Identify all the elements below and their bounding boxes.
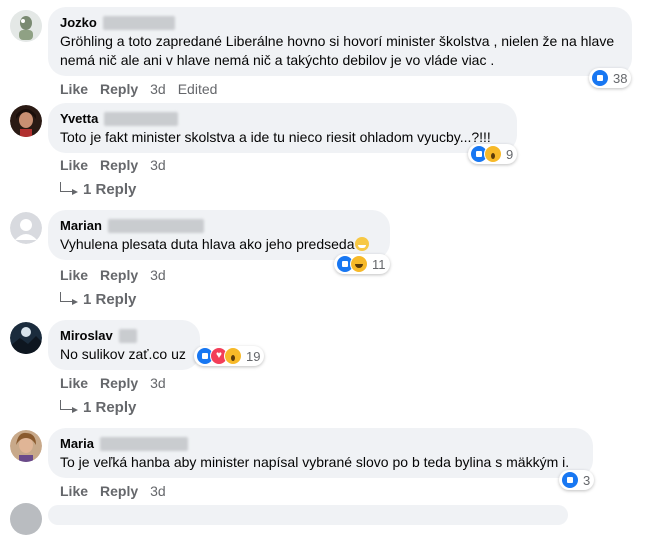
avatar-image [10,10,42,42]
comment-actions: Like Reply 3d Edited [60,81,217,97]
wow-reaction-icon [224,347,242,365]
view-replies-link[interactable]: 1 Reply [60,291,136,308]
wow-reaction-icon [484,145,502,163]
reply-button[interactable]: Reply [100,375,138,391]
comment-bubble [48,505,568,525]
redacted-surname [104,111,179,126]
reply-button[interactable]: Reply [100,157,138,173]
reaction-count: 9 [506,146,514,162]
replies-count-label: 1 Reply [83,181,137,198]
comment-text: Gröhling a toto zapredané Liberálne hovn… [60,33,615,68]
replies-count-label: 1 Reply [83,399,137,416]
reaction-summary[interactable]: 3 [559,470,595,490]
comment-text: Toto je fakt minister skolstva a ide tu … [60,129,491,145]
avatar[interactable] [10,212,42,244]
avatar[interactable] [10,322,42,354]
comment-timestamp[interactable]: 3d [150,81,166,97]
reply-arrow-icon [60,181,78,195]
reply-button[interactable]: Reply [100,483,138,499]
replies-count-label: 1 Reply [83,291,137,308]
like-reaction-icon [561,471,579,489]
reply-arrow-icon [60,291,78,305]
redacted-surname [99,436,188,451]
grinning-face-emoji [355,237,370,251]
redacted-surname [118,328,137,343]
comment-text: No sulikov zať.co uz [60,346,186,362]
reaction-summary[interactable]: 11 [334,254,390,274]
like-reaction-icon [591,69,609,87]
like-button[interactable]: Like [60,483,88,499]
reply-button[interactable]: Reply [100,267,138,283]
avatar[interactable] [10,430,42,462]
comment-bubble: Maria To je veľká hanba aby minister nap… [48,428,593,478]
redacted-surname [102,15,175,30]
like-button[interactable]: Like [60,375,88,391]
comment-timestamp[interactable]: 3d [150,157,166,173]
edited-label[interactable]: Edited [178,81,218,97]
avatar-image [10,430,42,462]
view-replies-link[interactable]: 1 Reply [60,399,136,416]
comment-bubble: Jozko Gröhling a toto zapredané Liberáln… [48,7,632,76]
comment-bubble: Marian Vyhulena plesata duta hlava ako j… [48,210,390,260]
avatar[interactable] [10,10,42,42]
reply-arrow-icon [60,399,78,413]
comment-actions: Like Reply 3d [60,157,166,173]
comment-author[interactable]: Yvetta [60,110,98,127]
reaction-count: 38 [613,70,628,86]
reply-button[interactable]: Reply [100,81,138,97]
comment-actions: Like Reply 3d [60,483,166,499]
haha-reaction-icon [350,255,368,273]
comment-bubble: Yvetta Toto je fakt minister skolstva a … [48,103,517,153]
avatar[interactable] [10,105,42,137]
like-button[interactable]: Like [60,81,88,97]
comment-actions: Like Reply 3d [60,267,166,283]
reaction-summary[interactable]: 19 [194,346,265,366]
reaction-count: 3 [583,472,591,488]
avatar-image [10,105,42,137]
reaction-count: 19 [246,348,261,364]
comment-text: Vyhulena plesata duta hlava ako jeho pre… [60,236,355,252]
comment-author[interactable]: Miroslav [60,327,113,344]
avatar-image [10,322,42,354]
comment-author[interactable]: Marian [60,217,102,234]
like-button[interactable]: Like [60,157,88,173]
comment-timestamp[interactable]: 3d [150,267,166,283]
reaction-count: 11 [372,256,386,272]
redacted-surname [107,218,204,233]
avatar[interactable] [10,503,42,535]
default-avatar-icon [10,212,42,244]
reaction-summary[interactable]: 38 [589,68,632,88]
comment-author[interactable]: Jozko [60,14,97,31]
comment-timestamp[interactable]: 3d [150,483,166,499]
comment-timestamp[interactable]: 3d [150,375,166,391]
reaction-summary[interactable]: 9 [468,144,518,164]
view-replies-link[interactable]: 1 Reply [60,181,136,198]
comment-author[interactable]: Maria [60,435,94,452]
comment-actions: Like Reply 3d [60,375,166,391]
comment-bubble: Miroslav No sulikov zať.co uz [48,320,200,370]
comment-text: To je veľká hanba aby minister napísal v… [60,454,570,470]
like-button[interactable]: Like [60,267,88,283]
